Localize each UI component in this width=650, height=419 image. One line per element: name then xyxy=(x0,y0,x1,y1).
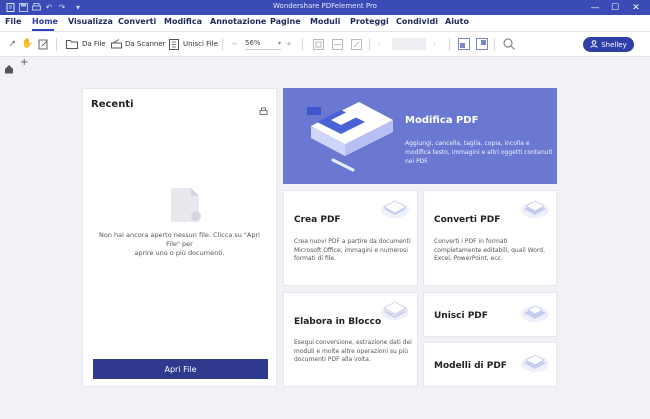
tabs-bar: + xyxy=(0,57,650,74)
fit-page-icon[interactable] xyxy=(313,37,324,51)
menu-home[interactable]: Home xyxy=(32,17,58,26)
batch-process-title: Elabora in Blocco xyxy=(294,317,382,327)
zoom-value: 56% xyxy=(245,39,261,47)
convert-pdf-icon xyxy=(520,197,550,219)
two-page-view-icon[interactable] xyxy=(476,37,488,51)
create-pdf-card[interactable]: Crea PDF Crea nuovi PDF a partire da doc… xyxy=(283,190,418,286)
menu-aiuto[interactable]: Aiuto xyxy=(445,17,469,26)
menu-modifica[interactable]: Modifica xyxy=(164,17,202,26)
zoom-select[interactable]: 56% ▾ xyxy=(245,37,281,50)
user-icon xyxy=(590,39,598,50)
fit-width-icon[interactable] xyxy=(332,37,343,51)
edit-pdf-card[interactable]: Modifica PDF Aggiungi, cancella, taglia,… xyxy=(283,88,557,184)
convert-pdf-card[interactable]: Converti PDF Converti i PDF in formati c… xyxy=(423,190,557,286)
batch-process-description: Esegui conversione, estrazione dati dei … xyxy=(294,339,412,363)
search-icon[interactable] xyxy=(503,37,515,51)
new-tab-button[interactable]: + xyxy=(20,57,28,68)
home-tab-icon[interactable] xyxy=(4,59,14,78)
recent-empty-message: Non hai ancora aperto nessun file. Clicc… xyxy=(99,231,260,257)
create-pdf-icon xyxy=(380,197,410,219)
edit-pdf-illustration xyxy=(301,98,397,182)
maximize-icon[interactable]: ☐ xyxy=(606,1,624,14)
clear-recent-icon[interactable] xyxy=(259,100,268,119)
merge-pdf-card[interactable]: Unisci PDF xyxy=(423,292,557,337)
menu-pagine[interactable]: Pagine xyxy=(270,17,301,26)
merge-pdf-icon xyxy=(520,301,550,323)
from-scanner-button[interactable]: Da Scanner xyxy=(111,37,166,51)
title-bar: ↶ ↷ ▾ Wondershare PDFelement Pro — ☐ ✕ xyxy=(0,0,650,15)
edit-tool-icon[interactable] xyxy=(38,37,49,51)
merge-pdf-title: Unisci PDF xyxy=(434,311,488,321)
user-name: Shelley xyxy=(601,40,627,49)
batch-process-icon xyxy=(380,299,410,321)
active-menu-indicator xyxy=(32,29,54,31)
zoom-out-button[interactable]: − xyxy=(232,37,238,51)
create-pdf-title: Crea PDF xyxy=(294,215,341,225)
menu-converti[interactable]: Converti xyxy=(118,17,156,26)
chevron-down-icon: ▾ xyxy=(277,39,281,47)
scanner-icon xyxy=(111,39,122,49)
toolbar: ➚ ✋ Da File Da Scanner Unisci File − + ‹… xyxy=(0,32,650,57)
previous-page-icon[interactable]: ‹ xyxy=(378,37,381,51)
folder-icon xyxy=(66,40,78,49)
merge-icon xyxy=(169,38,179,50)
single-page-view-icon[interactable] xyxy=(458,37,470,51)
pdf-templates-title: Modelli di PDF xyxy=(434,361,507,371)
empty-document-icon xyxy=(169,187,203,227)
merge-file-button[interactable]: Unisci File xyxy=(169,37,218,51)
page-number-input[interactable] xyxy=(392,38,426,50)
menu-annotazione[interactable]: Annotazione xyxy=(210,17,266,26)
minimize-icon[interactable]: — xyxy=(586,1,604,14)
menu-visualizza[interactable]: Visualizza xyxy=(68,17,113,26)
pdf-templates-card[interactable]: Modelli di PDF xyxy=(423,342,557,387)
from-file-button[interactable]: Da File xyxy=(66,37,106,51)
window-title: Wondershare PDFelement Pro xyxy=(273,2,377,10)
menu-moduli[interactable]: Moduli xyxy=(310,17,340,26)
menu-condividi[interactable]: Condividi xyxy=(396,17,438,26)
select-tool-icon[interactable]: ➚ xyxy=(7,37,18,51)
open-file-button[interactable]: Apri File xyxy=(93,359,268,379)
next-page-icon[interactable]: › xyxy=(433,37,436,51)
edit-pdf-title: Modifica PDF xyxy=(405,115,479,126)
recent-panel: Recenti Non hai ancora aperto nessun fil… xyxy=(82,88,277,387)
edit-pdf-description: Aggiungi, cancella, taglia, copia, incol… xyxy=(405,140,553,165)
menu-bar: File Home Visualizza Converti Modifica A… xyxy=(0,15,650,32)
create-pdf-description: Crea nuovi PDF a partire da documenti Mi… xyxy=(294,238,411,262)
zoom-in-button[interactable]: + xyxy=(286,37,292,51)
hand-tool-icon[interactable]: ✋ xyxy=(22,37,33,51)
user-account-button[interactable]: Shelley xyxy=(583,37,634,52)
convert-pdf-title: Converti PDF xyxy=(434,215,501,225)
pdf-templates-icon xyxy=(520,351,550,373)
recent-title: Recenti xyxy=(91,99,134,110)
close-icon[interactable]: ✕ xyxy=(627,1,645,14)
menu-file[interactable]: File xyxy=(5,17,21,26)
batch-process-card[interactable]: Elabora in Blocco Esegui conversione, es… xyxy=(283,292,418,387)
convert-pdf-description: Converti i PDF in formati completamente … xyxy=(434,238,545,262)
actual-size-icon[interactable] xyxy=(351,37,362,51)
menu-proteggi[interactable]: Proteggi xyxy=(350,17,389,26)
